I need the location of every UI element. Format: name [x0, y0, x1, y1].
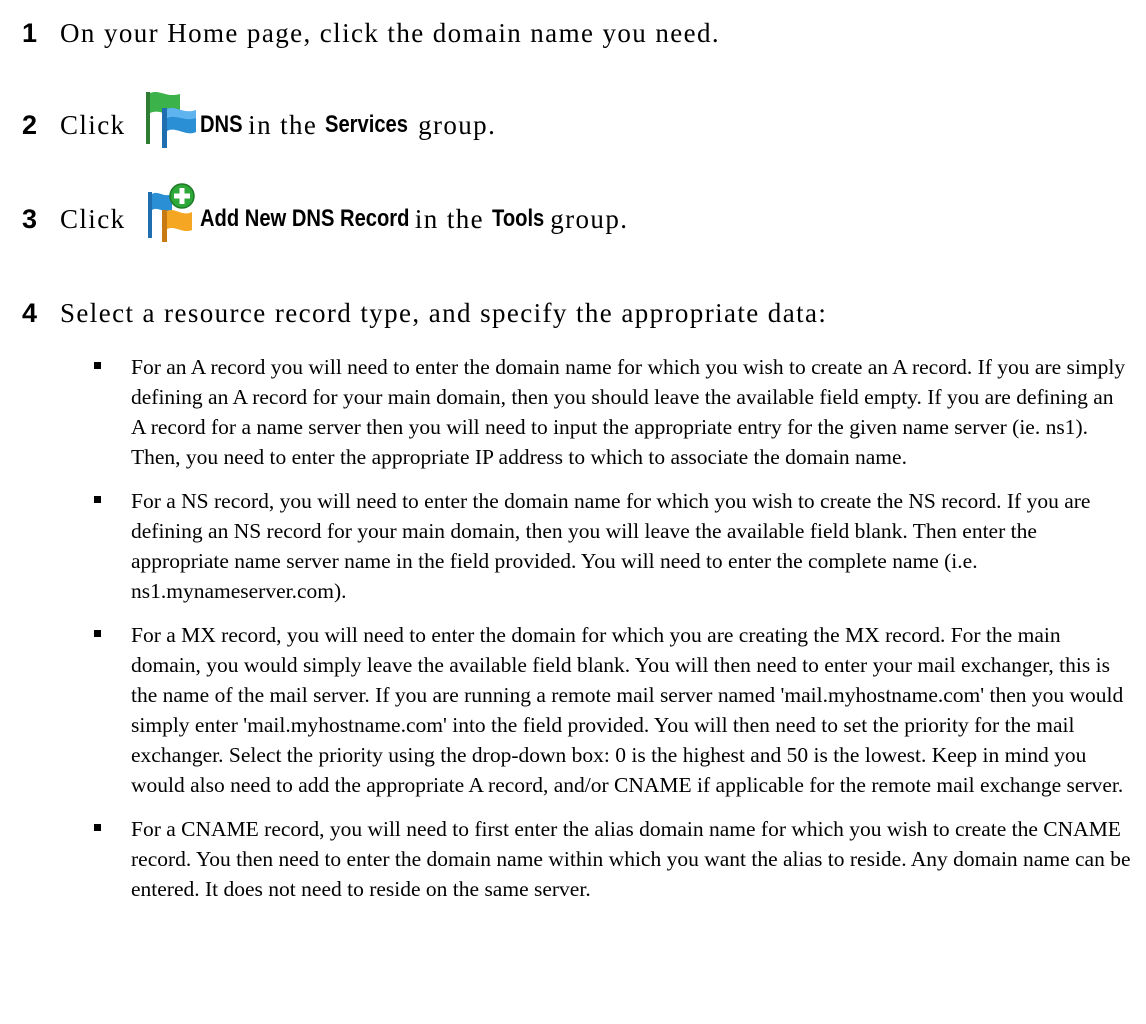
step-4: 4 Select a resource record type, and spe… [0, 282, 1146, 344]
step-number: 3 [22, 203, 38, 234]
step-suffix: group. [550, 203, 629, 234]
step-prefix: Click [60, 203, 126, 234]
bullet-square-icon [94, 824, 101, 831]
bullet-square-icon [94, 630, 101, 637]
step-text: Select a resource record type, and speci… [60, 297, 828, 328]
services-group-term: Services [325, 111, 409, 138]
list-item-ns-record: For a NS record, you will need to enter … [0, 486, 1146, 606]
record-type-list: For an A record you will need to enter t… [0, 352, 1146, 918]
bullet-square-icon [94, 362, 101, 369]
step-middle: in the [414, 203, 485, 234]
step-number: 2 [22, 109, 38, 140]
add-new-dns-record-term: Add New DNS Record [199, 205, 409, 232]
list-item-a-record: For an A record you will need to enter t… [0, 352, 1146, 472]
bullet-square-icon [94, 496, 101, 503]
instruction-page: 1 On your Home page, click the domain na… [0, 0, 1146, 1024]
step-number: 4 [22, 297, 38, 328]
list-item-text: For an A record you will need to enter t… [131, 355, 1126, 469]
list-item-cname-record: For a CNAME record, you will need to fir… [0, 814, 1146, 904]
dns-flags-icon [136, 88, 198, 150]
step-number: 1 [22, 17, 38, 48]
tools-group-term: Tools [492, 205, 545, 232]
list-item-text: For a CNAME record, you will need to fir… [131, 817, 1131, 901]
step-middle: in the [248, 109, 318, 140]
dns-term: DNS [199, 111, 243, 138]
step-suffix: group. [418, 109, 497, 140]
step-text: On your Home page, click the domain name… [60, 17, 721, 48]
step-2: 2 Click DNS in the Services group. [0, 91, 1146, 156]
step-prefix: Click [60, 109, 126, 140]
step-text: Click Add New DNS Record in the Tools gr… [60, 183, 629, 250]
step-text: Click DNS in the Services group. [60, 91, 497, 156]
list-item-text: For a MX record, you will need to enter … [131, 623, 1124, 797]
step-3: 3 Click Add New DNS Record in the Tools … [0, 183, 1146, 250]
list-item-text: For a NS record, you will need to enter … [131, 489, 1091, 603]
add-dns-record-icon [136, 182, 198, 244]
list-item-mx-record: For a MX record, you will need to enter … [0, 620, 1146, 800]
step-1: 1 On your Home page, click the domain na… [0, 2, 1146, 64]
